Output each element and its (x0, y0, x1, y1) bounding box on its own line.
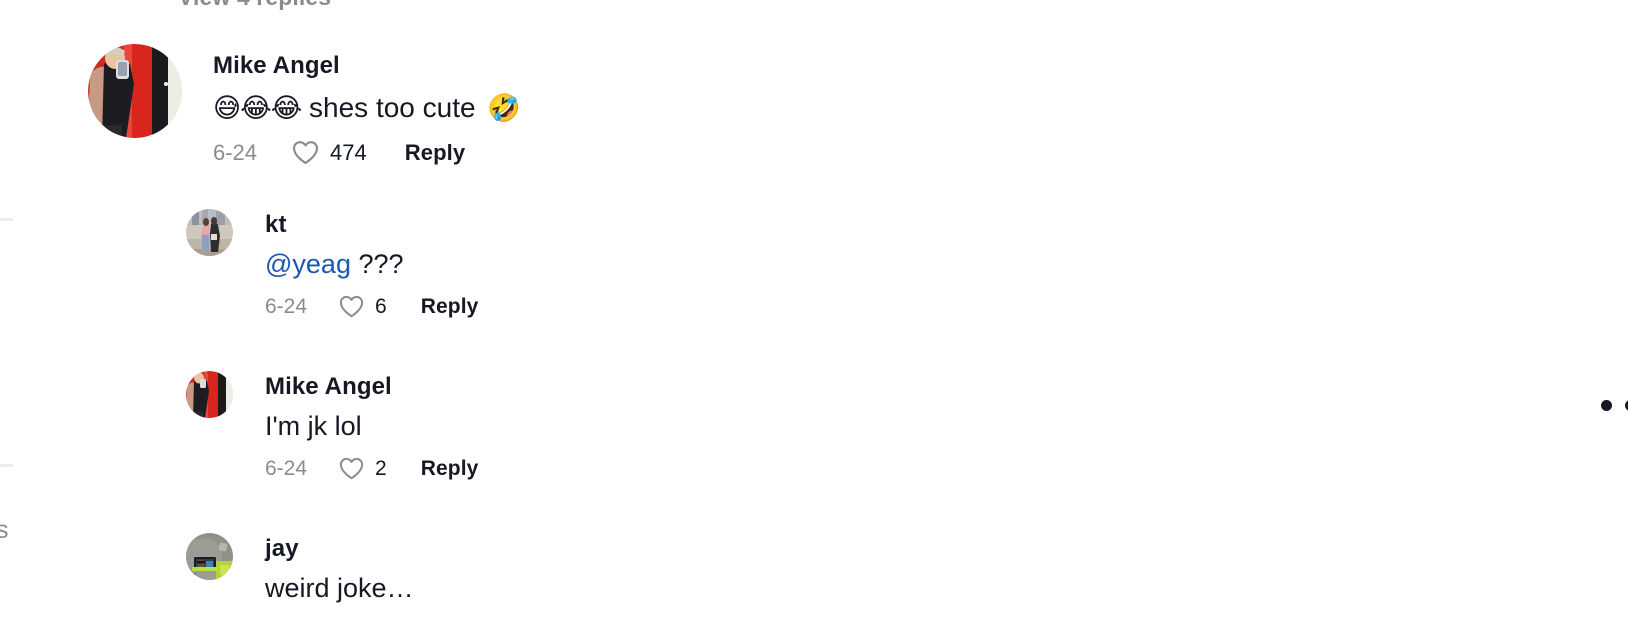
comment-item: Mike Angel I'm jk lol 6-24 2 Reply (186, 371, 478, 480)
comment-body: Mike Angel 😅😂😂 shes too cute 🤣 6-24 474 … (213, 44, 521, 165)
left-edge-divider-top (0, 218, 13, 221)
comment-text-body: ??? (358, 249, 404, 279)
reply-button[interactable]: Reply (421, 296, 479, 317)
comment-date: 6-24 (213, 139, 258, 165)
emoji-suffix: 🤣 (487, 93, 521, 124)
comment-body: kt @yeag ??? 6-24 6 Reply (265, 209, 478, 318)
comment-author[interactable]: jay (265, 534, 414, 564)
comment-text-body: shes too cute (309, 92, 476, 123)
comment-meta: 6-24 6 Reply (265, 295, 478, 318)
like-button[interactable]: 2 (339, 457, 387, 480)
comment-date: 6-24 (265, 295, 308, 319)
view-replies-link[interactable]: View 4 replies (178, 0, 331, 11)
left-edge-text-fragment: s (0, 516, 9, 544)
reply-button[interactable]: Reply (421, 458, 479, 479)
comment-text: 😅😂😂 shes too cute 🤣 (213, 90, 521, 126)
avatar[interactable] (186, 533, 233, 580)
emoji-prefix: 😅😂😂 (213, 93, 302, 124)
like-button[interactable]: 474 (292, 140, 367, 165)
avatar-image-mike-angel (88, 44, 182, 138)
heart-icon (293, 141, 319, 165)
reply-button[interactable]: Reply (405, 141, 465, 164)
avatar[interactable] (186, 209, 233, 256)
comment-body: Mike Angel I'm jk lol 6-24 2 Reply (265, 371, 478, 480)
like-count: 474 (330, 139, 367, 165)
comment-body: jay weird joke… (265, 533, 414, 606)
like-count: 2 (375, 457, 387, 481)
like-button[interactable]: 6 (339, 295, 387, 318)
comment-meta: 6-24 2 Reply (265, 457, 478, 480)
comment-thread-page: View 4 replies s (0, 0, 1628, 644)
avatar-image-mike-angel (186, 371, 233, 418)
heart-icon (339, 458, 364, 480)
comment-item: Mike Angel 😅😂😂 shes too cute 🤣 6-24 474 … (88, 44, 521, 165)
comment-meta: 6-24 474 Reply (213, 140, 521, 165)
comment-item: jay weird joke… (186, 533, 414, 606)
comment-text: @yeag ??? (265, 247, 478, 282)
mention-link[interactable]: @yeag (265, 249, 351, 279)
avatar-image-jay (186, 533, 233, 580)
left-edge-divider-bottom (0, 464, 13, 467)
carousel-pagination-dots[interactable] (1601, 400, 1628, 411)
avatar-image-kt (186, 209, 233, 256)
avatar[interactable] (88, 44, 182, 138)
comment-date: 6-24 (265, 457, 308, 481)
comment-text: weird joke… (265, 573, 414, 603)
comment-item: kt @yeag ??? 6-24 6 Reply (186, 209, 478, 318)
avatar[interactable] (186, 371, 233, 418)
heart-icon (339, 296, 364, 318)
comment-author[interactable]: Mike Angel (213, 51, 521, 81)
like-count: 6 (375, 295, 387, 319)
carousel-dot[interactable] (1601, 400, 1612, 411)
comment-text: I'm jk lol (265, 411, 362, 441)
comment-author[interactable]: kt (265, 210, 478, 240)
comment-author[interactable]: Mike Angel (265, 372, 478, 402)
